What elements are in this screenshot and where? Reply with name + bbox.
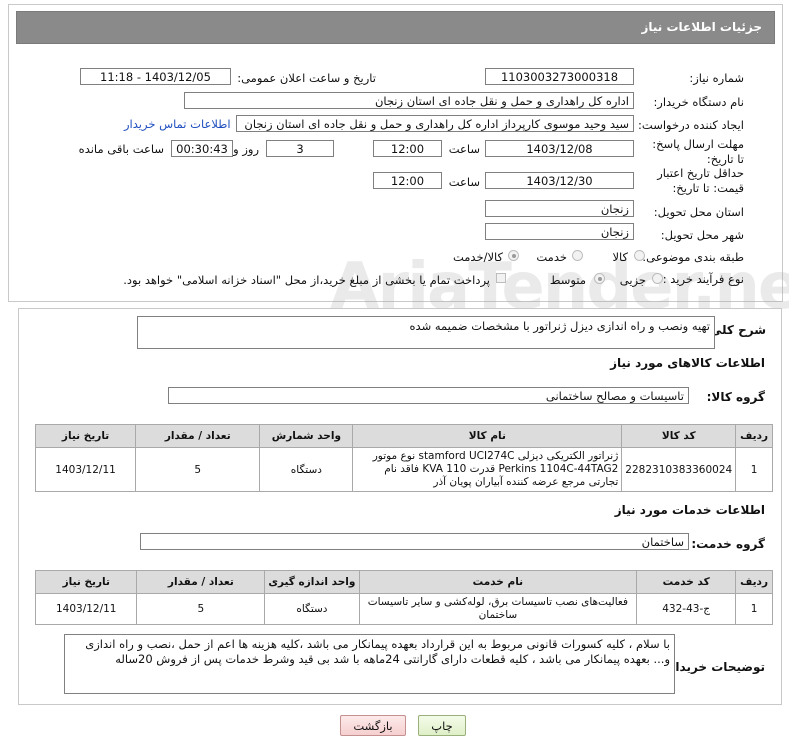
col-qty: تعداد / مقدار [135,424,261,448]
cell-unit: دستگاه [264,593,360,625]
cell-code: ج-43-432 [636,593,737,625]
creator-label: ایجاد کننده درخواست: [638,118,744,132]
col-name: نام خدمت [358,570,638,594]
process-radio-minor[interactable] [652,273,663,284]
announce-field: 1403/12/05 - 11:18 [80,68,231,85]
cell-row: 1 [735,447,773,492]
col-date: تاریخ نیاز [34,424,137,448]
category-radio-goods[interactable] [634,250,645,261]
cell-date: 1403/12/11 [34,447,137,492]
category-option-goods: کالا [612,250,628,264]
col-qty: تعداد / مقدار [136,570,266,594]
category-radio-goods-service[interactable] [508,250,519,261]
col-row: ردیف [735,424,773,448]
buyer-label: نام دستگاه خریدار: [653,95,744,109]
buyer-notes-field: با سلام ، کلیه کسورات قانونی مربوط به ای… [64,634,675,694]
need-number-label: شماره نیاز: [689,71,744,85]
process-option-medium: متوسط [549,273,586,287]
deadline-time-label: ساعت [448,142,480,156]
city-label: شهر محل تحویل: [660,228,744,242]
province-label: استان محل تحویل: [653,205,744,219]
col-row: ردیف [735,570,773,594]
buyer-notes-line-1: با سلام ، کلیه کسورات قانونی مربوط به ای… [85,637,670,651]
summary-text: تهیه ونصب و راه اندازی دیزل ژنراتور با م… [409,319,710,333]
process-label: نوع فرآیند خرید : [662,272,744,286]
city-field: زنجان [485,223,634,240]
days-field: 3 [266,140,334,157]
page-title: جزئیات اطلاعات نیاز [641,20,762,34]
back-button[interactable]: بازگشت [340,715,406,736]
remaining-time-field: 00:30:43 [171,140,233,157]
col-unit: واحد اندازه گیری [264,570,360,594]
table-row: 1 ج-43-432 فعالیت‌های نصب تاسیسات برق، ل… [34,593,773,625]
col-name: نام کالا [352,424,623,448]
cell-row: 1 [735,593,773,625]
print-button[interactable]: چاپ [418,715,466,736]
panel-header: جزئیات اطلاعات نیاز [16,11,775,44]
cell-name: فعالیت‌های نصب تاسیسات برق، لوله‌کشی و س… [358,593,638,625]
province-field: زنجان [485,200,634,217]
cell-name: ژنراتور الکتریکی دیزلی stamford UCI274C … [352,447,623,492]
process-radio-medium[interactable] [594,273,605,284]
payment-note: پرداخت تمام یا بخشی از مبلغ خرید،از محل … [123,273,490,287]
validity-date-field: 1403/12/30 [485,172,634,189]
category-option-goods-service: کالا/خدمت [452,250,503,264]
announce-label: تاریخ و ساعت اعلان عمومی: [237,71,376,85]
need-number-field: 1103003273000318 [485,68,634,85]
remaining-label: ساعت باقی مانده [78,142,164,156]
cell-qty: 5 [136,593,266,625]
goods-table-header: ردیف کد کالا نام کالا واحد شمارش تعداد /… [34,424,773,448]
cell-date: 1403/12/11 [34,593,138,625]
validity-label: حداقل تاریخ اعتبار قیمت: تا تاریخ: [657,166,744,195]
buyer-field: اداره کل راهداری و حمل و نقل جاده ای است… [184,92,634,109]
buyer-notes-label: توضیحات خریدار: [663,660,765,674]
days-label: روز و [233,142,259,156]
col-unit: واحد شمارش [259,424,354,448]
cell-unit: دستگاه [259,447,354,492]
services-table: ردیف کد خدمت نام خدمت واحد اندازه گیری ت… [34,570,773,625]
category-option-service: خدمت [536,250,567,264]
col-date: تاریخ نیاز [34,570,138,594]
creator-field: سید وحید موسوی کارپرداز اداره کل راهداری… [236,115,634,132]
goods-section-title: اطلاعات کالاهای مورد نیاز [610,356,765,370]
services-group-label: گروه خدمت: [691,537,765,551]
buyer-contact-link[interactable]: اطلاعات تماس خریدار [124,117,231,131]
col-code: کد خدمت [636,570,737,594]
goods-table: ردیف کد کالا نام کالا واحد شمارش تعداد /… [34,424,773,492]
deadline-label: مهلت ارسال پاسخ: تا تاریخ: [652,137,744,166]
goods-group-label: گروه کالا: [706,390,765,404]
category-label: طبقه بندی موضوعی: [642,250,744,264]
process-option-minor: جزیی [619,273,646,287]
buyer-notes-line-2: و... بعهده پیمانکار می باشد ، کلیه قطعات… [115,652,670,666]
table-row: 1 2282310383360024 ژنراتور الکتریکی دیزل… [34,447,773,492]
cell-qty: 5 [135,447,261,492]
treasury-checkbox[interactable] [496,273,506,283]
goods-group-field: تاسیسات و مصالح ساختمانی [168,387,689,404]
summary-field: تهیه ونصب و راه اندازی دیزل ژنراتور با م… [137,316,715,349]
deadline-date-field: 1403/12/08 [485,140,634,157]
validity-time-field: 12:00 [373,172,442,189]
services-table-header: ردیف کد خدمت نام خدمت واحد اندازه گیری ت… [34,570,773,594]
deadline-time-field: 12:00 [373,140,442,157]
col-code: کد کالا [621,424,737,448]
category-radio-service[interactable] [572,250,583,261]
cell-code: 2282310383360024 [621,447,737,492]
services-group-field: ساختمان [140,533,689,550]
services-section-title: اطلاعات خدمات مورد نیاز [614,503,765,517]
validity-time-label: ساعت [448,175,480,189]
